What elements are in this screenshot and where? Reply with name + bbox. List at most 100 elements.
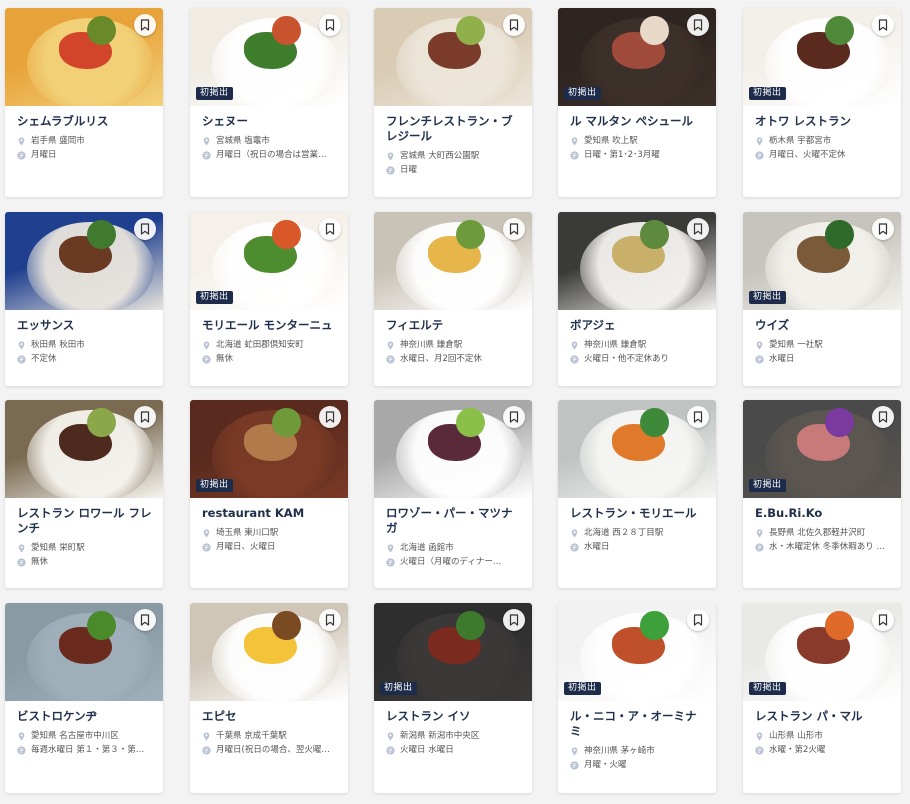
location-pin-icon: [386, 152, 400, 161]
restaurant-card[interactable]: フィエルテ神奈川県 鎌倉駅水曜日、月2回不定休: [374, 212, 532, 386]
restaurant-card[interactable]: ビストロケンヂ 愛知県 名古屋市中川区 毎週水曜日 第１・第３・第…: [5, 603, 163, 793]
location-text: 栃木県 宇都宮市: [769, 136, 832, 146]
restaurant-card[interactable]: 初掲出 シェヌー 宮城県 塩竈市 月曜日（祝日の場合は営業…: [190, 8, 348, 197]
restaurant-card[interactable]: 初掲出 E.Bu.Ri.Ko 長野県 北佐久郡軽井沢町 水・木曜定休 冬季休暇あり …: [743, 400, 901, 588]
restaurant-name[interactable]: モリエール モンターニュ: [202, 318, 338, 333]
restaurant-closed-day: 火曜日・他不定休あり: [570, 353, 706, 365]
restaurant-card[interactable]: エピセ 千葉県 京成千葉駅 月曜日(祝日の場合、翌火曜…: [190, 603, 348, 793]
restaurant-name[interactable]: オトワ レストラン: [755, 114, 891, 129]
restaurant-photo[interactable]: 初掲出: [190, 212, 348, 310]
restaurant-photo[interactable]: 初掲出: [743, 8, 901, 106]
restaurant-name[interactable]: ロワゾー・パー・マツナガ: [386, 506, 522, 536]
restaurant-card[interactable]: エッサンス 秋田県 秋田市 不定休: [5, 212, 163, 386]
restaurant-name[interactable]: ル・ニコ・ア・オーミナミ: [570, 709, 706, 739]
restaurant-card[interactable]: 初掲出 レストラン イソ 新潟県 新潟市中央区 火曜日 水曜日: [374, 603, 532, 793]
bookmark-icon[interactable]: [872, 406, 894, 428]
restaurant-photo[interactable]: [5, 212, 163, 310]
location-text: 神奈川県 鎌倉駅: [400, 340, 463, 350]
restaurant-photo[interactable]: [374, 8, 532, 106]
restaurant-photo[interactable]: [5, 8, 163, 106]
restaurant-card[interactable]: 初掲出 ル・ニコ・ア・オーミナミ 神奈川県 茅ヶ崎市 月曜・火曜: [558, 603, 716, 793]
restaurant-card[interactable]: シェムラブルリス 岩手県 盛岡市 月曜日: [5, 8, 163, 197]
restaurant-name[interactable]: E.Bu.Ri.Ko: [755, 506, 891, 521]
restaurant-name[interactable]: シェムラブルリス: [17, 114, 153, 129]
restaurant-name[interactable]: ボアジェ: [570, 318, 706, 333]
restaurant-card[interactable]: フレンチレストラン・ブレジール 宮城県 大町西公園駅 日曜: [374, 8, 532, 197]
restaurant-closed-day: 日曜・第1･2･3月曜: [570, 149, 706, 161]
restaurant-card[interactable]: ロワゾー・パー・マツナガ 北海道 函館市 火曜日（月曜のディナー…: [374, 400, 532, 588]
restaurant-location: 岩手県 盛岡市: [17, 135, 153, 147]
calendar-closed-icon: [202, 150, 216, 160]
restaurant-photo[interactable]: 初掲出: [190, 400, 348, 498]
bookmark-icon[interactable]: [503, 609, 525, 631]
restaurant-photo[interactable]: 初掲出: [743, 603, 901, 701]
location-text: 長野県 北佐久郡軽井沢町: [769, 528, 866, 538]
bookmark-icon[interactable]: [687, 218, 709, 240]
restaurant-photo[interactable]: [374, 212, 532, 310]
restaurant-photo[interactable]: 初掲出: [743, 400, 901, 498]
restaurant-photo[interactable]: [558, 212, 716, 310]
bookmark-icon[interactable]: [872, 609, 894, 631]
restaurant-card[interactable]: 初掲出ル マルタン ペシュール 愛知県 吹上駅 日曜・第1･2･3月曜: [558, 8, 716, 197]
restaurant-name[interactable]: ウイズ: [755, 318, 891, 333]
bookmark-icon[interactable]: [134, 406, 156, 428]
restaurant-card[interactable]: 初掲出 モリエール モンターニュ 北海道 虻田郡倶知安町 無休: [190, 212, 348, 386]
bookmark-icon[interactable]: [872, 14, 894, 36]
restaurant-closed-day: 無休: [17, 556, 153, 568]
bookmark-icon[interactable]: [319, 14, 341, 36]
new-badge: 初掲出: [564, 682, 601, 695]
restaurant-photo[interactable]: 初掲出: [190, 8, 348, 106]
location-pin-icon: [386, 544, 400, 553]
restaurant-photo[interactable]: 初掲出: [558, 603, 716, 701]
restaurant-card[interactable]: レストラン ロワール フレンチ愛知県 栄町駅無休: [5, 400, 163, 588]
bookmark-icon[interactable]: [503, 14, 525, 36]
bookmark-icon[interactable]: [503, 406, 525, 428]
restaurant-name[interactable]: レストラン パ・マル: [755, 709, 891, 724]
location-text: 愛知県 栄町駅: [31, 543, 85, 553]
bookmark-icon[interactable]: [319, 406, 341, 428]
restaurant-closed-day: 月曜日、火曜不定休: [755, 149, 891, 161]
new-badge: 初掲出: [564, 87, 601, 100]
restaurant-name[interactable]: フレンチレストラン・ブレジール: [386, 114, 522, 144]
restaurant-name[interactable]: restaurant KAM: [202, 506, 338, 521]
bookmark-icon[interactable]: [134, 609, 156, 631]
restaurant-card[interactable]: 初掲出 レストラン パ・マル 山形県 山形市 水曜・第2火曜: [743, 603, 901, 793]
restaurant-location: 宮城県 大町西公園駅: [386, 150, 522, 162]
restaurant-card[interactable]: 初掲出 restaurant KAM 埼玉県 東川口駅 月曜日、火曜日: [190, 400, 348, 588]
restaurant-photo[interactable]: 初掲出: [374, 603, 532, 701]
restaurant-name[interactable]: フィエルテ: [386, 318, 522, 333]
restaurant-name[interactable]: エッサンス: [17, 318, 153, 333]
restaurant-photo[interactable]: [5, 603, 163, 701]
location-text: 愛知県 一社駅: [769, 340, 823, 350]
restaurant-photo[interactable]: [558, 400, 716, 498]
restaurant-photo[interactable]: 初掲出: [558, 8, 716, 106]
restaurant-photo[interactable]: [190, 603, 348, 701]
bookmark-icon[interactable]: [319, 218, 341, 240]
bookmark-icon[interactable]: [687, 609, 709, 631]
restaurant-card[interactable]: ボアジェ 神奈川県 鎌倉駅 火曜日・他不定休あり: [558, 212, 716, 386]
restaurant-card[interactable]: 初掲出 ウイズ 愛知県 一社駅 水曜日: [743, 212, 901, 386]
bookmark-icon[interactable]: [134, 218, 156, 240]
restaurant-name[interactable]: レストラン・モリエール: [570, 506, 706, 521]
bookmark-icon[interactable]: [872, 218, 894, 240]
restaurant-card[interactable]: レストラン・モリエール 北海道 西２８丁目駅 水曜日: [558, 400, 716, 588]
closed-day-text: 水曜日、月2回不定休: [400, 354, 482, 364]
bookmark-icon[interactable]: [319, 609, 341, 631]
restaurant-name[interactable]: レストラン ロワール フレンチ: [17, 506, 153, 536]
restaurant-name[interactable]: ル マルタン ペシュール: [570, 114, 706, 129]
restaurant-name[interactable]: ビストロケンヂ: [17, 709, 153, 724]
new-badge: 初掲出: [749, 87, 786, 100]
restaurant-photo[interactable]: [374, 400, 532, 498]
restaurant-name[interactable]: エピセ: [202, 709, 338, 724]
restaurant-name[interactable]: レストラン イソ: [386, 709, 522, 724]
bookmark-icon[interactable]: [503, 218, 525, 240]
bookmark-icon[interactable]: [687, 14, 709, 36]
restaurant-photo[interactable]: [5, 400, 163, 498]
bookmark-icon[interactable]: [134, 14, 156, 36]
restaurant-name[interactable]: シェヌー: [202, 114, 338, 129]
restaurant-closed-day: 水曜日、月2回不定休: [386, 353, 522, 365]
bookmark-icon[interactable]: [687, 406, 709, 428]
restaurant-photo[interactable]: 初掲出: [743, 212, 901, 310]
location-text: 神奈川県 茅ヶ崎市: [584, 746, 655, 756]
restaurant-card[interactable]: 初掲出オトワ レストラン栃木県 宇都宮市月曜日、火曜不定休: [743, 8, 901, 197]
